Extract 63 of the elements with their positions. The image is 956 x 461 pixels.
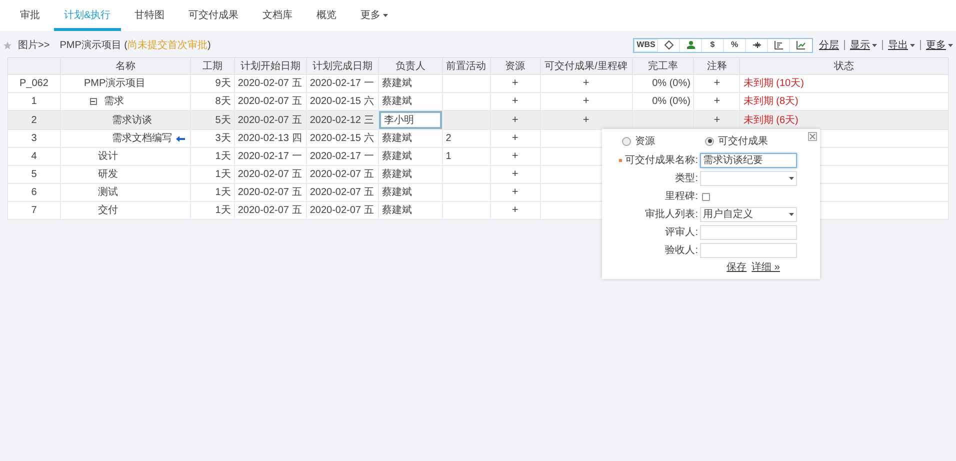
checkbox[interactable]	[702, 192, 710, 200]
column-header: 计划完成日期	[306, 58, 378, 74]
table-cell: 蔡建斌	[378, 202, 442, 220]
arrows-icon	[752, 40, 762, 50]
field-label: 审批人列表:	[645, 208, 698, 222]
chart-icon	[796, 40, 806, 50]
table-cell: 1天	[190, 202, 234, 220]
column-header: 状态	[740, 58, 948, 74]
input-field[interactable]	[700, 243, 797, 258]
owner-field[interactable]: 李小明	[378, 111, 442, 129]
table-cell: 2020-02-07 五	[306, 202, 378, 220]
arrow-icon	[176, 136, 185, 142]
toolbar-link[interactable]: 更多	[926, 38, 953, 52]
close-button[interactable]	[808, 132, 817, 141]
tool-button[interactable]: %	[724, 38, 746, 52]
collapse-toggle[interactable]	[90, 98, 97, 105]
caret-icon	[789, 213, 794, 216]
breadcrumb-link[interactable]: 图片>>	[18, 38, 50, 52]
caret-icon	[872, 44, 877, 46]
table-cell: 7	[8, 202, 60, 220]
caret-icon	[910, 44, 915, 46]
task-name[interactable]: 测试	[98, 185, 118, 200]
chart-icon	[774, 40, 784, 50]
column-header: 计划开始日期	[234, 58, 306, 74]
tab[interactable]: 可交付成果	[178, 0, 249, 31]
radio-option[interactable]: 可交付成果	[705, 134, 768, 148]
tab[interactable]: 审批	[10, 0, 50, 31]
table-cell: 2020-02-07 五	[234, 202, 306, 220]
task-name[interactable]: 需求	[104, 94, 124, 109]
add-button[interactable]: +	[490, 202, 540, 220]
diamond-icon	[664, 40, 674, 50]
popup-link[interactable]: 详细 »	[752, 260, 780, 275]
caret-icon	[382, 14, 388, 17]
tool-button[interactable]: $	[702, 38, 724, 52]
wbs-button[interactable]: WBS	[634, 38, 658, 52]
field-label: 评审人:	[665, 226, 698, 240]
caret-icon	[948, 44, 953, 46]
tab[interactable]: 概览	[306, 0, 347, 31]
caret-icon	[789, 177, 794, 180]
popup-link[interactable]: 保存	[726, 260, 747, 275]
dropdown-field[interactable]: 用户自定义	[700, 207, 797, 222]
toolbar-link[interactable]: 导出	[888, 38, 915, 52]
input-field[interactable]	[700, 225, 797, 240]
person-icon	[686, 40, 696, 50]
tab[interactable]: 甘特图	[124, 0, 175, 31]
dropdown-field[interactable]	[700, 171, 797, 186]
tab[interactable]: 更多	[350, 0, 398, 31]
radio-option[interactable]: 资源	[622, 134, 655, 148]
project-title: PMP演示项目 (尚未提交首次审批)	[60, 38, 211, 52]
input-field[interactable]: 需求访谈纪要	[700, 153, 797, 168]
field-label: 验收人:	[665, 244, 698, 258]
column-header: 可交付成果/里程碑	[540, 58, 632, 74]
tab[interactable]: 文档库	[252, 0, 303, 31]
field-label: 可交付成果名称:	[625, 154, 698, 168]
task-name[interactable]: 设计	[98, 149, 118, 164]
task-name[interactable]: 交付	[98, 203, 118, 218]
task-name[interactable]: 研发	[98, 167, 118, 182]
toolbar-link[interactable]: 分层	[819, 38, 839, 52]
field-label: 里程碑:	[665, 190, 698, 204]
toolbar-link[interactable]: 显示	[850, 38, 877, 52]
star-icon[interactable]	[3, 40, 12, 50]
column-header: 名称	[60, 58, 190, 74]
field-label: 类型:	[675, 172, 698, 186]
